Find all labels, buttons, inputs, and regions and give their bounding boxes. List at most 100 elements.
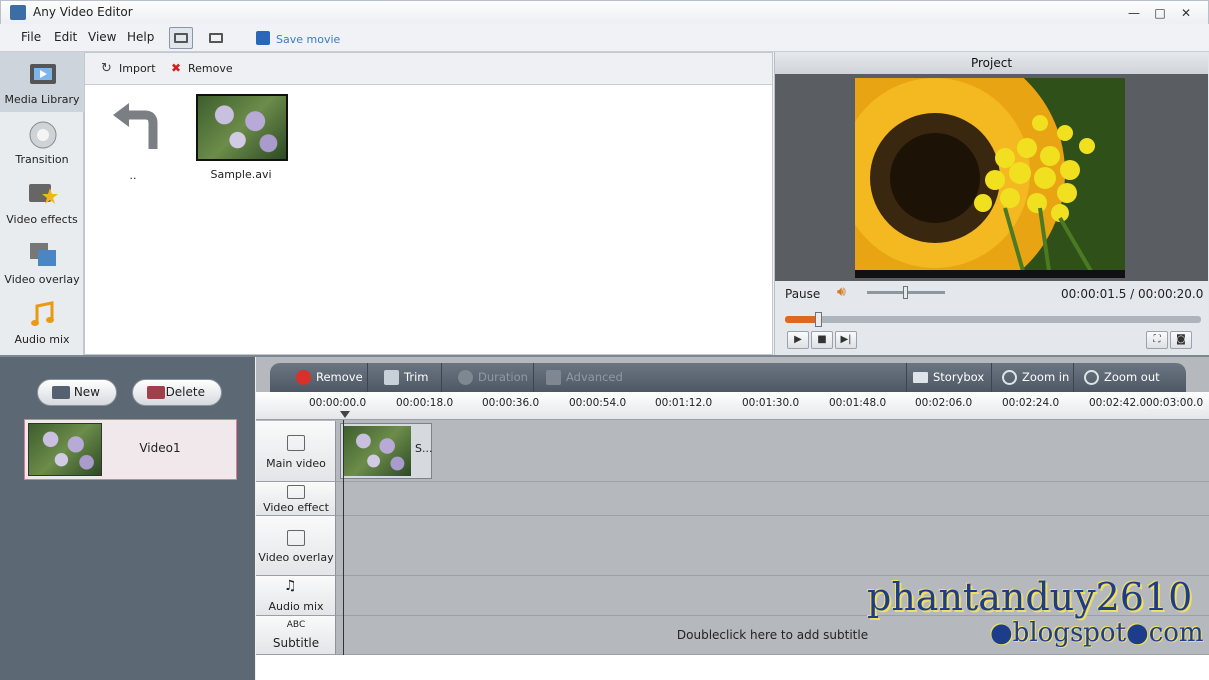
track-header-overlay: Video overlay [256, 516, 336, 576]
fullscreen-button[interactable]: ⛶ [1146, 331, 1168, 349]
clip-label: S... [415, 442, 433, 455]
project-name: Video1 [139, 441, 181, 455]
watermark-line2: ●blogspot●com [990, 618, 1204, 648]
clock-icon [458, 370, 473, 385]
menu-file[interactable]: File [21, 30, 41, 44]
track-label: Main video [266, 457, 326, 470]
play-state-label: Pause [785, 287, 821, 301]
timeline-remove-button[interactable]: Remove [290, 363, 368, 392]
normal-mode-button[interactable] [169, 27, 193, 49]
film-icon [28, 60, 58, 90]
overlay-track-icon [287, 530, 305, 546]
new-icon [52, 386, 70, 399]
preview-mode-button[interactable] [204, 27, 228, 49]
delete-label: Delete [165, 385, 205, 399]
time-ruler[interactable]: 00:00:00.0 00:00:18.0 00:00:36.0 00:00:5… [256, 392, 1209, 420]
button-label: Zoom in [1022, 370, 1070, 384]
video-area [775, 74, 1208, 281]
effect-icon [287, 485, 305, 499]
timeline-scroll-area[interactable] [256, 655, 1209, 680]
snapshot-button[interactable]: ◙ [1170, 331, 1192, 349]
stop-button[interactable]: ■ [811, 331, 833, 349]
zoom-out-button[interactable]: Zoom out [1078, 363, 1174, 392]
progress-bar[interactable] [785, 312, 1201, 327]
back-arrow-icon [109, 99, 165, 158]
button-label: Duration [478, 370, 528, 384]
nav-transition[interactable]: Transition [0, 112, 84, 172]
nav-media-library[interactable]: Media Library [0, 52, 84, 112]
save-movie-button[interactable]: Save movie [276, 33, 340, 46]
track-label: Audio mix [268, 600, 324, 613]
playhead-marker[interactable] [340, 411, 350, 418]
nav-audio-mix[interactable]: Audio mix [0, 292, 84, 352]
time-readout: 00:00:01.5 / 00:00:20.0 [1061, 287, 1204, 301]
nav-label: Video overlay [4, 273, 80, 286]
new-project-button[interactable]: New [37, 379, 117, 406]
media-library-panel: ↻ Import ✖ Remove .. Sample.avi [84, 52, 773, 355]
menu-edit[interactable]: Edit [54, 30, 77, 44]
video-clip[interactable]: S... [340, 423, 432, 479]
button-label: Advanced [566, 370, 623, 384]
advanced-icon [546, 370, 561, 385]
project-item[interactable]: Video1 [24, 419, 237, 480]
project-list-panel: New Delete Video1 [0, 357, 255, 680]
track-label: Video overlay [258, 551, 334, 564]
video-overlay-track[interactable] [336, 516, 1209, 576]
parent-folder-item[interactable]: .. [93, 93, 189, 185]
timeline-toolbar: Remove Trim Duration Advanced Storybox Z… [270, 363, 1186, 392]
close-button[interactable]: ✕ [1173, 4, 1199, 22]
track-header-audio: ♫ Audio mix [256, 576, 336, 616]
track-header-main: Main video [256, 421, 336, 482]
playhead-line [343, 420, 344, 655]
nav-label: Video effects [6, 213, 78, 226]
nav-video-effects[interactable]: Video effects [0, 172, 84, 232]
nav-label: Media Library [4, 93, 80, 106]
ruler-tick: 00:01:12.0 [655, 397, 713, 409]
zoom-in-button[interactable]: Zoom in [996, 363, 1074, 392]
minimize-button[interactable]: — [1121, 4, 1147, 22]
project-thumbnail [28, 423, 102, 476]
film-strip-icon [287, 435, 305, 451]
progress-fill [785, 316, 819, 323]
speaker-icon[interactable]: 🔊︎ [837, 284, 846, 300]
import-button[interactable]: Import [119, 62, 156, 75]
volume-slider[interactable] [867, 286, 945, 299]
nav-label: Audio mix [14, 333, 70, 346]
transition-icon [28, 120, 58, 150]
app-icon [10, 5, 26, 20]
nav-label: Transition [15, 153, 69, 166]
menu-help[interactable]: Help [127, 30, 154, 44]
ruler-tick: 00:02:06.0 [915, 397, 973, 409]
remove-button[interactable]: Remove [188, 62, 233, 75]
delete-project-button[interactable]: Delete [132, 379, 222, 406]
refresh-icon: ↻ [101, 61, 112, 76]
maximize-button[interactable]: □ [1147, 4, 1173, 22]
preview-header: Project [775, 52, 1208, 74]
media-item-sample[interactable]: Sample.avi [193, 93, 289, 185]
duration-button[interactable]: Duration [452, 363, 534, 392]
track-label: Video effect [263, 501, 329, 514]
ruler-tick: 00:00:00.0 [309, 397, 367, 409]
title-bar: Any Video Editor — □ ✕ [0, 0, 1209, 24]
video-effect-track[interactable] [336, 482, 1209, 516]
next-frame-button[interactable]: ▶| [835, 331, 857, 349]
track-header-effect: Video effect [256, 482, 336, 516]
ruler-tick: 00:00:36.0 [482, 397, 540, 409]
music-note-icon [28, 300, 58, 330]
ruler-tick: 00:00:18.0 [396, 397, 454, 409]
menu-bar: File Edit View Help [0, 24, 1209, 52]
trim-button[interactable]: Trim [378, 363, 442, 392]
advanced-button[interactable]: Advanced [540, 363, 630, 392]
nav-video-overlay[interactable]: Video overlay [0, 232, 84, 292]
play-button[interactable]: ▶ [787, 331, 809, 349]
zoom-out-icon [1084, 370, 1099, 385]
star-film-icon [28, 180, 58, 210]
button-label: Trim [404, 370, 429, 384]
menu-view[interactable]: View [88, 30, 116, 44]
storybox-button[interactable]: Storybox [906, 363, 992, 392]
overlay-icon [28, 240, 58, 270]
item-label: .. [129, 169, 137, 182]
main-video-track[interactable]: S... [336, 421, 1209, 482]
volume-knob[interactable] [903, 286, 908, 299]
progress-knob[interactable] [815, 312, 823, 327]
